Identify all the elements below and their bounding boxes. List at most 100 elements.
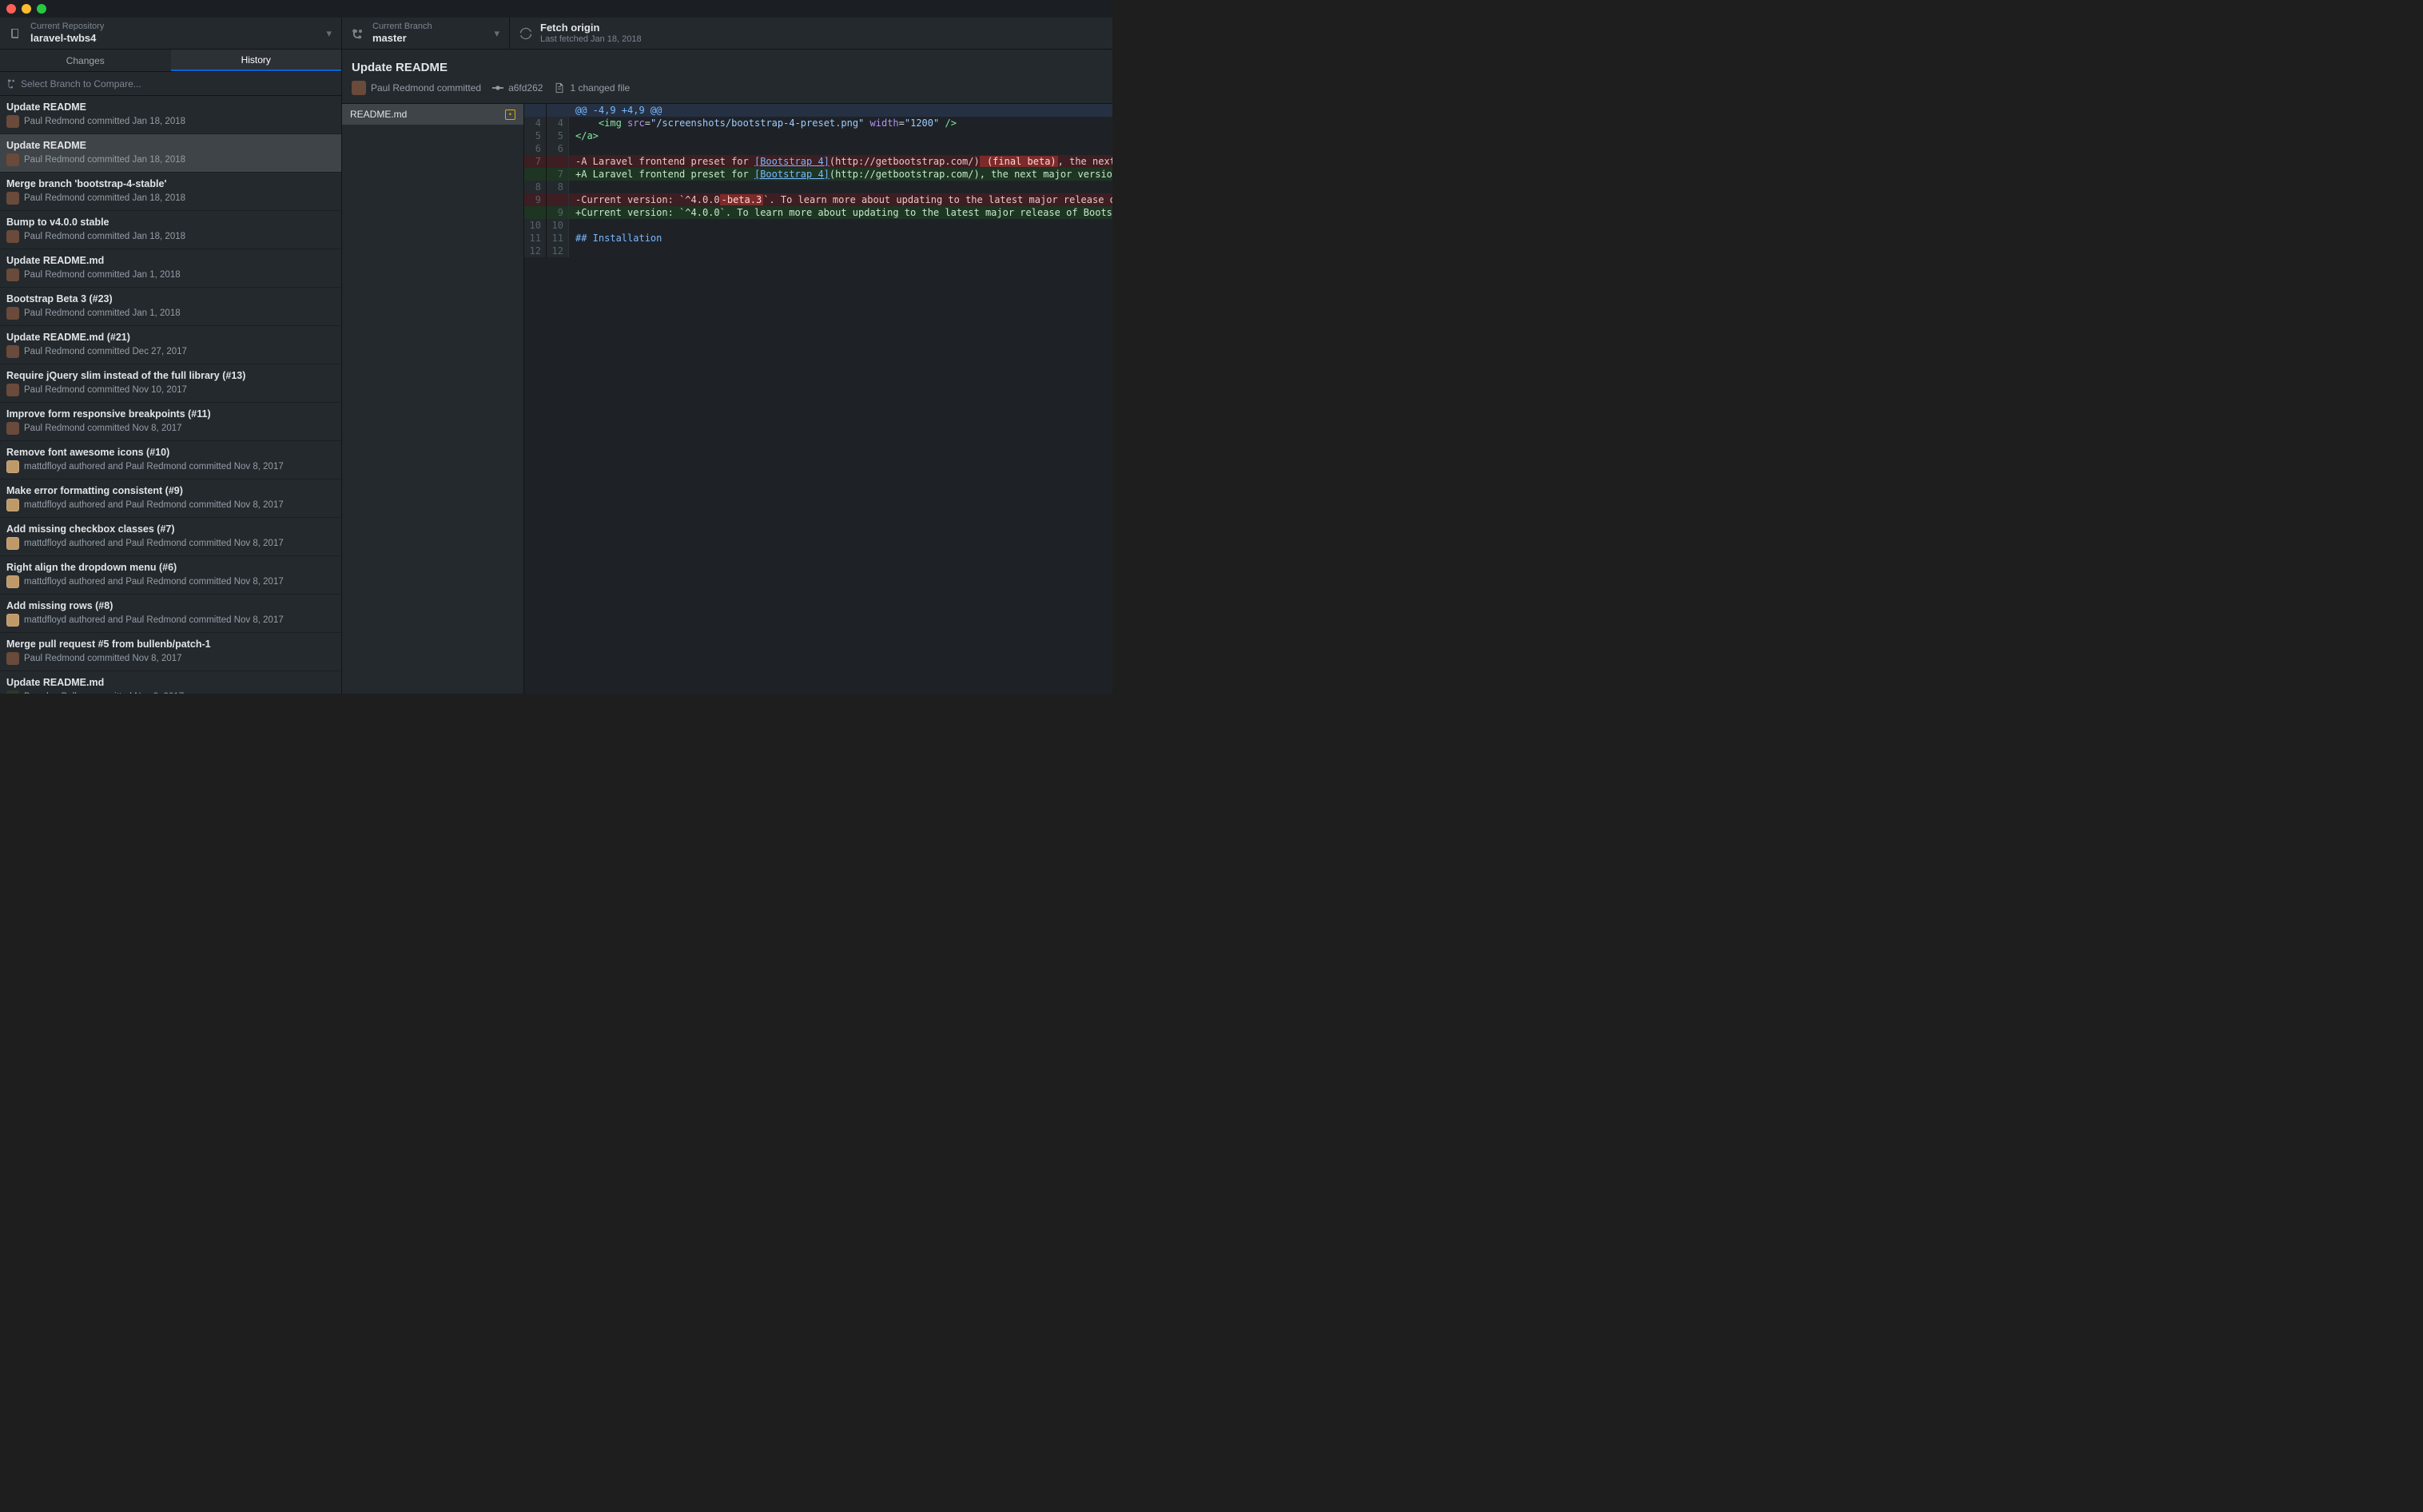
maximize-window-icon[interactable] <box>37 4 46 14</box>
changed-file-item[interactable]: README.md • <box>342 104 523 125</box>
commit-sha[interactable]: a6fd262 <box>492 82 543 94</box>
commit-list[interactable]: Update README Paul Redmond committed Jan … <box>0 96 341 694</box>
commit-title: Bump to v4.0.0 stable <box>6 217 333 228</box>
diff-line: 1111## Installation <box>524 232 1112 245</box>
avatar <box>6 690 19 694</box>
tab-history[interactable]: History <box>171 50 342 71</box>
commit-item[interactable]: Merge pull request #5 from bullenb/patch… <box>0 633 341 671</box>
commit-title: Update README <box>6 140 333 151</box>
diff-view[interactable]: @@ -4,9 +4,9 @@44 <img src="/screenshots… <box>524 104 1112 694</box>
commit-subtitle: mattdfloyd authored and Paul Redmond com… <box>6 575 333 588</box>
diff-line: 44 <img src="/screenshots/bootstrap-4-pr… <box>524 117 1112 129</box>
commit-detail-title: Update README <box>352 61 1103 74</box>
git-branch-icon <box>6 78 16 90</box>
diff-line: 55</a> <box>524 129 1112 142</box>
commit-item[interactable]: Bump to v4.0.0 stablePaul Redmond commit… <box>0 211 341 249</box>
commit-item[interactable]: Make error formatting consistent (#9) mat… <box>0 479 341 518</box>
commit-item[interactable]: Remove font awesome icons (#10)mattdfloy… <box>0 441 341 479</box>
commit-item[interactable]: Bootstrap Beta 3 (#23)Paul Redmond commi… <box>0 288 341 326</box>
chevron-down-icon: ▾ <box>326 27 332 40</box>
avatar <box>6 537 19 550</box>
git-branch-icon <box>352 27 364 40</box>
fetch-label: Fetch origin <box>540 22 642 34</box>
commit-title: Update README <box>6 101 333 113</box>
file-diff-icon <box>554 82 565 94</box>
commit-item[interactable]: Improve form responsive breakpoints (#11… <box>0 403 341 441</box>
commit-subtitle: Paul Redmond committed Jan 1, 2018 <box>6 307 333 320</box>
commit-subtitle: Brendan Bullen committed Nov 8, 2017 <box>6 690 333 694</box>
commit-item[interactable]: Add missing rows (#8) mattdfloyd authored… <box>0 595 341 633</box>
diff-line: 7+A Laravel frontend preset for [Bootstr… <box>524 168 1112 181</box>
compare-placeholder: Select Branch to Compare... <box>21 78 141 90</box>
commit-subtitle: mattdfloyd authored and Paul Redmond com… <box>6 614 333 627</box>
repo-dropdown[interactable]: Current Repository laravel-twbs4 ▾ <box>0 18 342 49</box>
commit-item[interactable]: Update README Paul Redmond committed Jan … <box>0 96 341 134</box>
titlebar <box>0 0 1112 18</box>
avatar <box>6 422 19 435</box>
commit-title: Make error formatting consistent (#9) <box>6 485 333 496</box>
repo-label: Current Repository <box>30 22 104 32</box>
minimize-window-icon[interactable] <box>22 4 31 14</box>
changed-files-count: 1 changed file <box>554 82 630 94</box>
commit-title: Merge pull request #5 from bullenb/patch… <box>6 639 333 650</box>
chevron-down-icon: ▾ <box>494 27 499 40</box>
git-commit-icon <box>492 82 503 94</box>
avatar <box>6 575 19 588</box>
avatar <box>6 460 19 473</box>
commit-subtitle: Paul Redmond committed Jan 18, 2018 <box>6 115 333 128</box>
commit-title: Add missing rows (#8) <box>6 600 333 611</box>
branch-value: master <box>372 32 432 45</box>
tab-changes[interactable]: Changes <box>0 50 171 71</box>
compare-branch-input[interactable]: Select Branch to Compare... <box>0 72 341 96</box>
commit-item[interactable]: Require jQuery slim instead of the full … <box>0 364 341 403</box>
commit-title: Add missing checkbox classes (#7) <box>6 523 333 535</box>
commit-author-text: Paul Redmond committed <box>371 82 481 94</box>
commit-title: Update README.md (#21) <box>6 332 333 343</box>
commit-title: Update README.md <box>6 255 333 266</box>
avatar <box>6 230 19 243</box>
diff-line: @@ -4,9 +4,9 @@ <box>524 104 1112 117</box>
commit-subtitle: Paul Redmond committed Jan 1, 2018 <box>6 269 333 281</box>
commit-subtitle: Paul Redmond committed Nov 8, 2017 <box>6 652 333 665</box>
branch-dropdown[interactable]: Current Branch master ▾ <box>342 18 510 49</box>
modified-badge-icon: • <box>505 109 515 120</box>
commit-subtitle: mattdfloyd authored and Paul Redmond com… <box>6 499 333 511</box>
diff-line: 66 <box>524 142 1112 155</box>
commit-title: Right align the dropdown menu (#6) <box>6 562 333 573</box>
commit-subtitle: Paul Redmond committed Nov 8, 2017 <box>6 422 333 435</box>
commit-title: Update README.md <box>6 677 333 688</box>
sidebar-tabs: Changes History <box>0 50 341 72</box>
commit-subtitle: Paul Redmond committed Jan 18, 2018 <box>6 192 333 205</box>
commit-subtitle: mattdfloyd authored and Paul Redmond com… <box>6 537 333 550</box>
avatar <box>6 345 19 358</box>
commit-detail-header: Update README Paul Redmond committed a6f… <box>342 50 1112 104</box>
repo-value: laravel-twbs4 <box>30 32 104 45</box>
commit-item[interactable]: Add missing checkbox classes (#7) mattdfl… <box>0 518 341 556</box>
commit-item[interactable]: Update READMEPaul Redmond committed Jan … <box>0 134 341 173</box>
fetch-button[interactable]: Fetch origin Last fetched Jan 18, 2018 <box>510 18 1112 49</box>
commit-title: Merge branch 'bootstrap-4-stable' <box>6 178 333 189</box>
changed-files-text: 1 changed file <box>570 82 630 94</box>
branch-label: Current Branch <box>372 22 432 32</box>
changed-file-list: README.md • <box>342 104 524 694</box>
commit-item[interactable]: Right align the dropdown menu (#6) mattdf… <box>0 556 341 595</box>
avatar <box>6 384 19 396</box>
sidebar: Changes History Select Branch to Compare… <box>0 50 342 694</box>
avatar <box>6 652 19 665</box>
diff-line: 7-A Laravel frontend preset for [Bootstr… <box>524 155 1112 168</box>
close-window-icon[interactable] <box>6 4 16 14</box>
avatar <box>6 614 19 627</box>
diff-line: 88 <box>524 181 1112 193</box>
commit-item[interactable]: Update README.md Paul Redmond committed J… <box>0 249 341 288</box>
avatar <box>6 499 19 511</box>
avatar <box>6 269 19 281</box>
commit-item[interactable]: Update README.md (#21)Paul Redmond commi… <box>0 326 341 364</box>
commit-item[interactable]: Update README.md Brendan Bullen committed… <box>0 671 341 694</box>
avatar <box>352 81 366 95</box>
repo-icon <box>10 27 22 40</box>
commit-item[interactable]: Merge branch 'bootstrap-4-stable' Paul Re… <box>0 173 341 211</box>
commit-subtitle: mattdfloyd authored and Paul Redmond com… <box>6 460 333 473</box>
commit-subtitle: Paul Redmond committed Nov 10, 2017 <box>6 384 333 396</box>
sync-icon <box>519 27 532 40</box>
avatar <box>6 115 19 128</box>
